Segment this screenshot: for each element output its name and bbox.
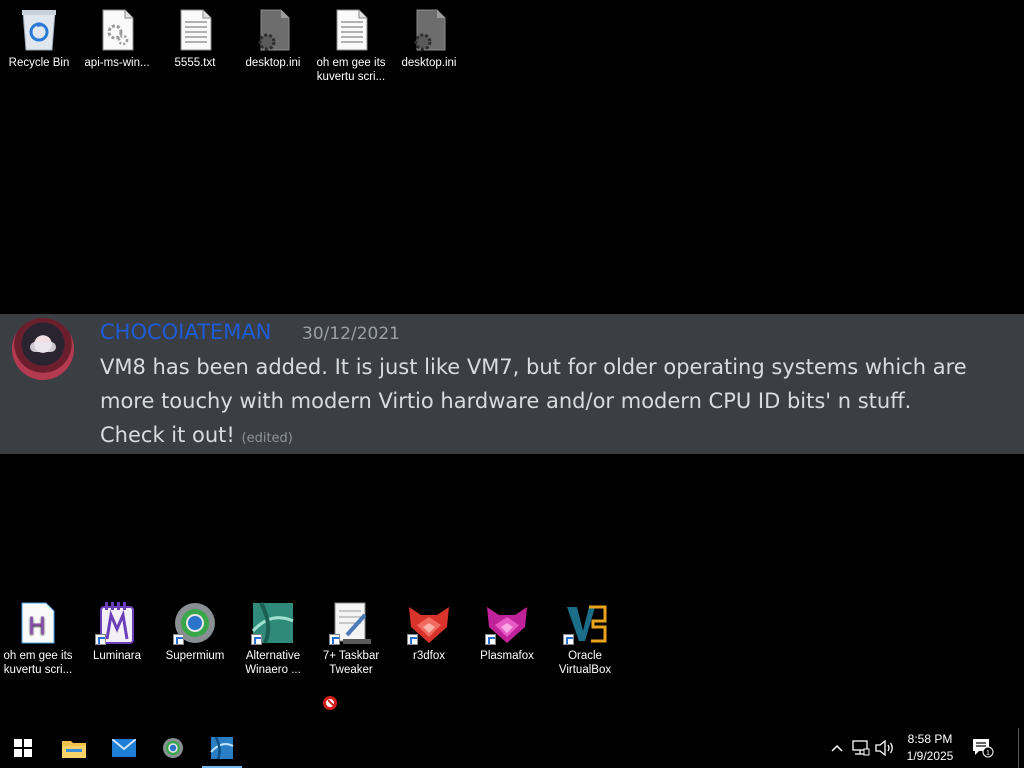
desktop-icon-label: oh em gee its kuvertu scri...	[316, 57, 386, 83]
taskbar: 8:58 PM 1/9/2025 1	[0, 728, 1024, 768]
action-center-button[interactable]: 1	[968, 728, 998, 768]
shortcut-arrow-icon	[329, 634, 340, 645]
shortcut-arrow-icon	[251, 634, 262, 645]
system-file-icon	[95, 8, 139, 52]
edited-tag: (edited)	[241, 431, 293, 446]
chat-date: 30/12/2021	[302, 324, 400, 344]
desktop-icon-label: Recycle Bin	[8, 57, 70, 69]
recycle-bin-icon	[17, 8, 61, 52]
plasmafox-icon	[485, 601, 529, 645]
volume-icon	[875, 740, 893, 756]
show-desktop-button[interactable]	[1018, 728, 1024, 768]
desktop-icon-kuvertu-script-h[interactable]: H oh em gee its kuvertu scri...	[0, 601, 76, 677]
taskbar-file-explorer[interactable]	[51, 728, 97, 768]
chat-message-body: VM8 has been added. It is just like VM7,…	[100, 350, 1015, 456]
r3dfox-icon	[407, 601, 451, 645]
desktop-icon-label: desktop.ini	[245, 57, 301, 69]
windows-logo-icon	[14, 739, 32, 757]
desktop-icon-recycle-bin[interactable]: Recycle Bin	[1, 8, 77, 70]
desktop-icon-r3dfox[interactable]: r3dfox	[391, 601, 467, 663]
desktop-icon-5555-txt[interactable]: 5555.txt	[157, 8, 233, 70]
network-button[interactable]	[850, 728, 872, 768]
desktop-icon-kuvertu-script[interactable]: oh em gee its kuvertu scri...	[313, 8, 389, 84]
shortcut-arrow-icon	[563, 634, 574, 645]
clock-date: 1/9/2025	[906, 749, 954, 763]
notification-count: 1	[986, 750, 990, 757]
chat-username: CHOCOIATEMAN	[100, 320, 272, 344]
winaero-icon	[251, 601, 295, 645]
desktop-icon-desktop-ini-2[interactable]: desktop.ini	[391, 8, 467, 70]
desktop-icon-label: 5555.txt	[174, 57, 216, 69]
desktop-icon-label: desktop.ini	[401, 57, 457, 69]
volume-button[interactable]	[874, 728, 896, 768]
network-icon	[852, 740, 870, 756]
desktop-icon-taskbar-tweaker[interactable]: 7+ Taskbar Tweaker	[313, 601, 389, 677]
desktop-icon-label: Oracle VirtualBox	[558, 650, 612, 676]
shortcut-arrow-icon	[485, 634, 496, 645]
taskbar-mail[interactable]	[101, 728, 147, 768]
clock-time: 8:58 PM	[907, 732, 953, 746]
mail-icon	[112, 739, 136, 757]
taskbar-winaero[interactable]	[199, 728, 245, 768]
no-entry-icon	[323, 696, 337, 710]
taskbar-supermium[interactable]	[150, 728, 196, 768]
winaero-icon	[210, 736, 234, 760]
desktop-icon-api-ms-win[interactable]: api-ms-win...	[79, 8, 155, 70]
desktop-icon-label: api-ms-win...	[84, 57, 150, 69]
desktop-icon-alternative-winaero[interactable]: Alternative Winaero ...	[235, 601, 311, 677]
shortcut-arrow-icon	[95, 634, 106, 645]
chat-message-text: Check it out!	[100, 423, 235, 447]
desktop-icon-label: Supermium	[165, 650, 225, 662]
chat-message-line-2: Check it out! (edited)	[100, 418, 1015, 456]
shortcut-arrow-icon	[407, 634, 418, 645]
clock[interactable]: 8:58 PM 1/9/2025	[898, 731, 962, 765]
desktop-icon-luminara[interactable]: Luminara	[79, 601, 155, 663]
avatar	[12, 318, 74, 380]
settings-file-icon	[251, 8, 295, 52]
start-button[interactable]	[0, 728, 46, 768]
supermium-icon	[163, 738, 183, 758]
h-document-icon: H	[16, 601, 60, 645]
luminara-icon	[95, 601, 139, 645]
text-file-icon	[173, 8, 217, 52]
chevron-up-icon	[831, 744, 843, 752]
tray-overflow-button[interactable]	[828, 728, 846, 768]
svg-text:H: H	[28, 612, 46, 640]
settings-file-icon	[407, 8, 451, 52]
chat-message: CHOCOIATEMAN 30/12/2021 VM8 has been add…	[0, 314, 1024, 454]
desktop-icon-label: oh em gee its kuvertu scri...	[3, 650, 73, 676]
desktop-icon-oracle-virtualbox[interactable]: Oracle VirtualBox	[547, 601, 623, 677]
text-file-icon	[329, 8, 373, 52]
desktop-icon-label: Alternative Winaero ...	[245, 650, 301, 676]
desktop-icon-label: Plasmafox	[480, 650, 534, 662]
virtualbox-icon	[563, 601, 607, 645]
desktop-icon-plasmafox[interactable]: Plasmafox	[469, 601, 545, 663]
supermium-icon	[173, 601, 217, 645]
shortcut-arrow-icon	[173, 634, 184, 645]
chat-message-line: VM8 has been added. It is just like VM7,…	[100, 355, 967, 413]
taskbar-tweaker-icon	[329, 601, 373, 645]
file-explorer-icon	[62, 741, 86, 758]
notification-icon: 1	[973, 739, 994, 758]
desktop-icon-label: Luminara	[93, 650, 141, 662]
desktop-icon-label: r3dfox	[413, 650, 445, 662]
desktop-icon-supermium[interactable]: Supermium	[157, 601, 233, 663]
desktop-icon-desktop-ini-1[interactable]: desktop.ini	[235, 8, 311, 70]
desktop-icon-label: 7+ Taskbar Tweaker	[322, 650, 380, 676]
